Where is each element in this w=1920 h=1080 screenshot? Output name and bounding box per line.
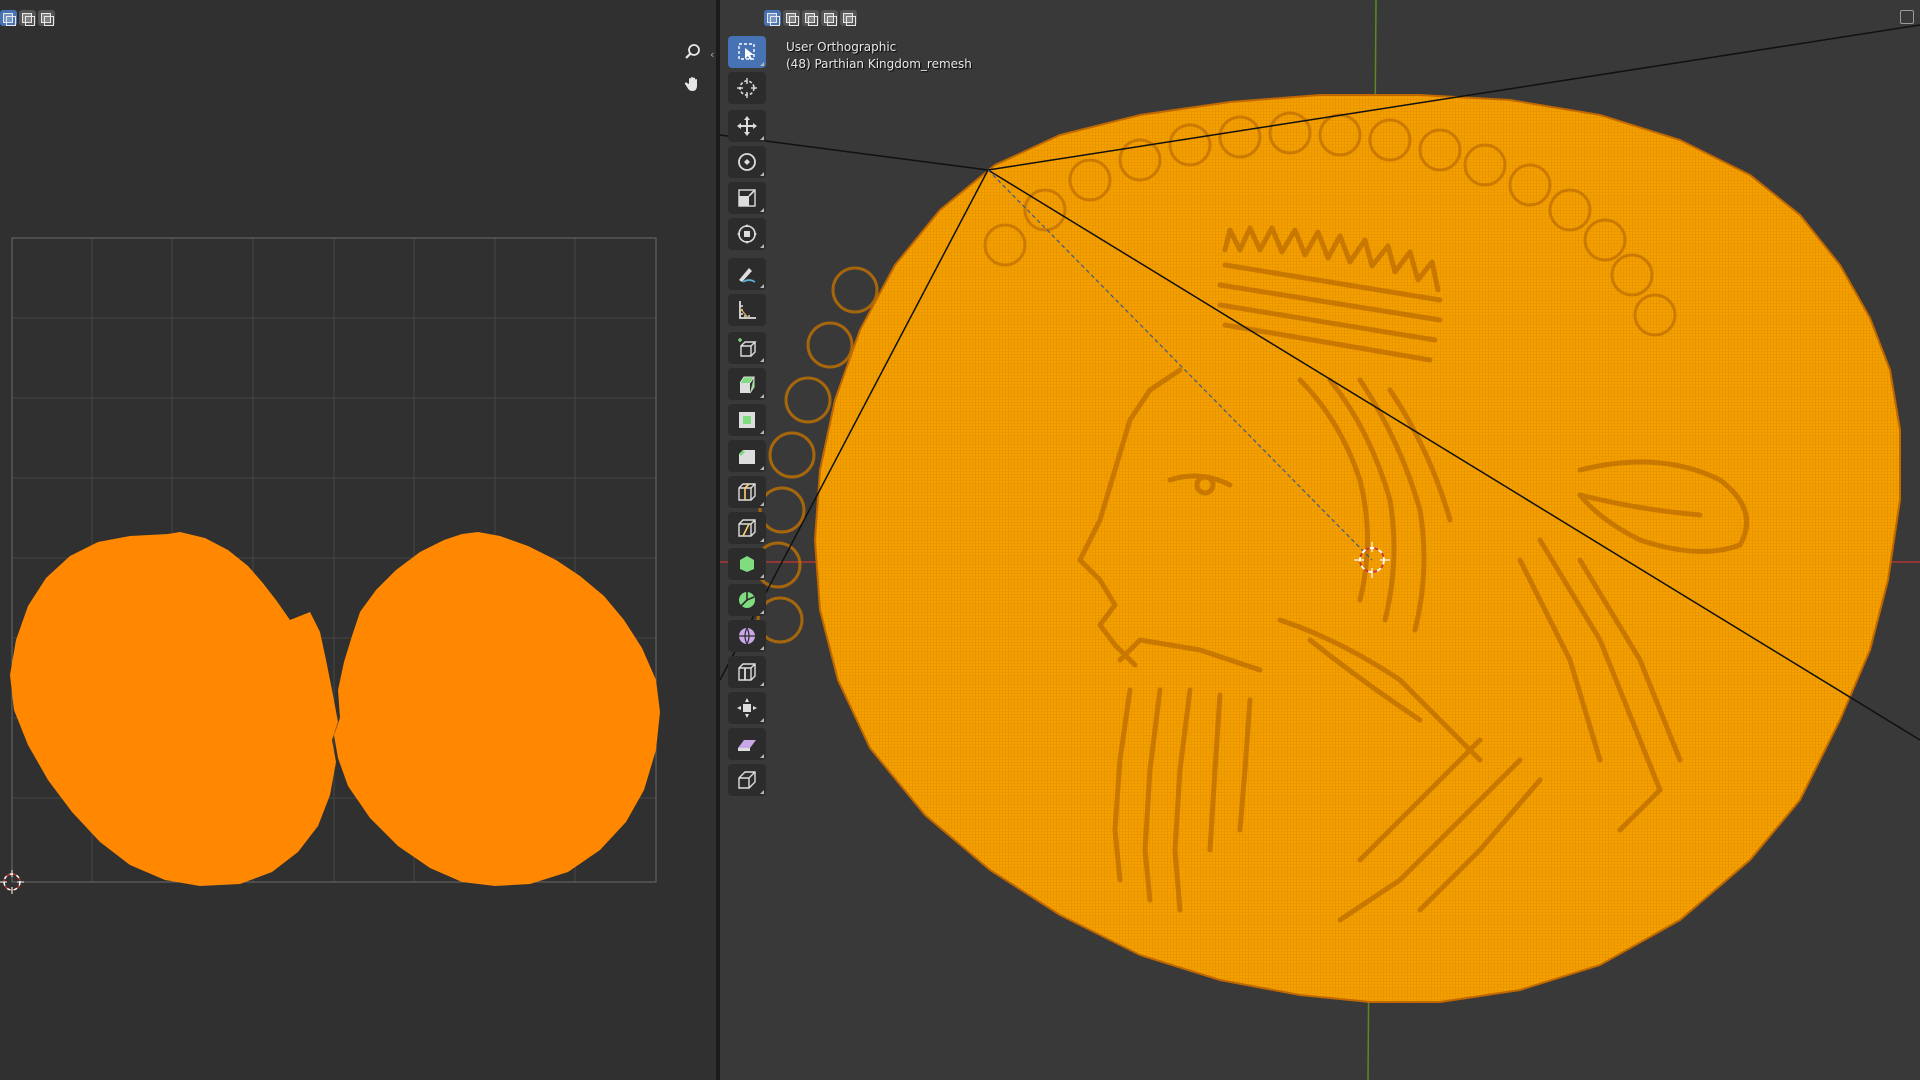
select-subtract-icon[interactable] bbox=[802, 10, 819, 26]
knife-icon[interactable] bbox=[728, 512, 766, 544]
select-extend-icon[interactable] bbox=[783, 10, 800, 26]
bevel-icon[interactable] bbox=[728, 440, 766, 472]
add-cube-icon[interactable] bbox=[728, 332, 766, 364]
rotate-icon[interactable] bbox=[728, 146, 766, 178]
smooth-icon[interactable] bbox=[728, 620, 766, 652]
uv-editor-panel[interactable]: ‹ bbox=[0, 0, 716, 1080]
scale-icon[interactable] bbox=[728, 182, 766, 214]
blender-window: ‹ User Orthographic (48) Parthian Kingdo… bbox=[0, 0, 1920, 1080]
cursor-icon[interactable] bbox=[728, 72, 766, 104]
loop-cut-icon[interactable] bbox=[728, 476, 766, 508]
shrink-fatten-icon[interactable] bbox=[728, 692, 766, 724]
rip-icon[interactable] bbox=[728, 764, 766, 796]
move-icon[interactable] bbox=[728, 110, 766, 142]
select-box-icon[interactable] bbox=[728, 36, 766, 68]
select-new-icon[interactable] bbox=[764, 10, 781, 26]
edge-slide-icon[interactable] bbox=[728, 656, 766, 688]
inset-icon[interactable] bbox=[728, 404, 766, 436]
extrude-icon[interactable] bbox=[728, 368, 766, 400]
viewport-canvas[interactable] bbox=[720, 0, 1920, 1080]
poly-build-icon[interactable] bbox=[728, 548, 766, 580]
annotate-icon[interactable] bbox=[728, 258, 766, 290]
shear-icon[interactable] bbox=[728, 728, 766, 760]
viewport-select-mode-group bbox=[764, 10, 857, 26]
view-name-label: User Orthographic bbox=[786, 40, 897, 54]
area-corner-icon[interactable] bbox=[1900, 10, 1914, 24]
transform-icon[interactable] bbox=[728, 218, 766, 250]
measure-icon[interactable] bbox=[728, 294, 766, 326]
object-info-label: (48) Parthian Kingdom_remesh bbox=[786, 57, 972, 71]
select-intersect-icon[interactable] bbox=[840, 10, 857, 26]
spin-icon[interactable] bbox=[728, 584, 766, 616]
3d-viewport-panel[interactable]: User Orthographic (48) Parthian Kingdom_… bbox=[720, 0, 1920, 1080]
uv-canvas[interactable] bbox=[0, 0, 716, 1080]
uv-island-front bbox=[10, 532, 338, 886]
select-invert-icon[interactable] bbox=[821, 10, 838, 26]
uv-island-back bbox=[334, 532, 660, 886]
